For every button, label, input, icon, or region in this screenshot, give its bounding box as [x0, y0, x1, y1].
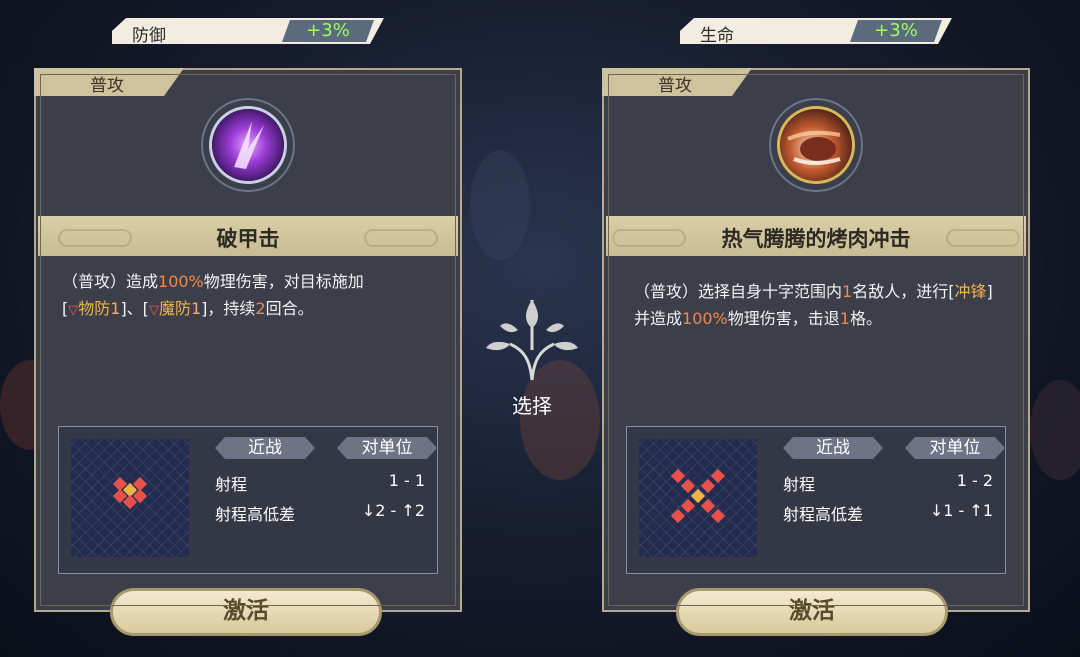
range-value: 1 - 2 — [956, 471, 993, 490]
card-tab-label: 普攻 — [658, 76, 692, 96]
desc-text: ]，持续 — [201, 299, 256, 318]
debuff-label: 物防1 — [78, 299, 121, 318]
desc-text: ]、[ — [120, 299, 149, 318]
desc-count: 1 — [842, 282, 853, 301]
stat-label: 生命 — [700, 26, 734, 46]
tree-emblem-icon — [486, 300, 578, 381]
range-label: 射程 — [215, 475, 248, 494]
stat-bar-defense: 防御 +3% — [112, 18, 384, 46]
debuff-down-icon: ▽ — [68, 303, 79, 318]
desc-text: 物理伤害，对目标施加 — [203, 272, 364, 291]
activate-button[interactable]: 激活 — [110, 588, 382, 636]
range-cell — [710, 468, 726, 484]
background-orb — [470, 150, 530, 260]
desc-text: 物理伤害，击退 — [727, 309, 840, 328]
desc-text: 格。 — [849, 309, 882, 328]
debuff-label: 魔防1 — [158, 299, 202, 318]
desc-text: 回合。 — [265, 299, 314, 318]
skill-card-right[interactable]: 普攻 热气腾腾的烤肉冲击 （普攻）选择自身十字范围内1名敌人，进行[冲锋]并造成… — [602, 68, 1030, 636]
desc-knockback: 1 — [839, 309, 850, 328]
height-label: 射程高低差 — [783, 505, 864, 524]
range-type-chip: 近战 — [783, 437, 883, 459]
select-emblem[interactable]: 选择 — [484, 290, 580, 430]
range-panel: 近战 对单位 射程 1 - 2 射程高低差 ↓1 - ↑1 — [626, 426, 1006, 574]
desc-text: （普攻）选择自身十字范围内 — [634, 282, 843, 301]
target-type-chip: 对单位 — [905, 437, 1005, 459]
activate-button[interactable]: 激活 — [676, 588, 948, 636]
skill-name-bar: 热气腾腾的烤肉冲击 — [606, 216, 1026, 256]
range-value: 1 - 1 — [388, 471, 425, 490]
height-value: ↓1 - ↑1 — [929, 501, 993, 520]
card-tab: 普攻 — [602, 68, 752, 96]
range-cell — [680, 478, 696, 494]
range-cell — [700, 478, 716, 494]
target-type-chip: 对单位 — [337, 437, 437, 459]
status-tag: 冲锋 — [954, 282, 987, 301]
roast-meat-charge-icon — [780, 109, 852, 181]
range-cell — [670, 508, 686, 524]
desc-text: 名敌人，进行[ — [852, 282, 955, 301]
range-type-chip: 近战 — [215, 437, 315, 459]
range-cell — [710, 508, 726, 524]
range-grid — [639, 439, 757, 557]
range-cell — [690, 488, 706, 504]
skill-icon-frame — [201, 98, 295, 192]
skill-description: （普攻）选择自身十字范围内1名敌人，进行[冲锋]并造成100%物理伤害，击退1格… — [634, 278, 1006, 332]
desc-text: （普攻）造成 — [62, 272, 159, 291]
range-cell — [680, 498, 696, 514]
skill-card-left[interactable]: 普攻 破甲击 （普攻）造成100%物理伤害，对目标施加 [▽物防1]、[▽魔防1… — [34, 68, 462, 636]
desc-damage-pct: 100% — [158, 272, 204, 291]
desc-damage-pct: 100% — [682, 309, 728, 328]
height-row: 射程高低差 ↓1 - ↑1 — [783, 501, 993, 525]
skill-name-bar: 破甲击 — [38, 216, 458, 256]
purple-slash-icon — [212, 109, 284, 181]
stat-bar-health: 生命 +3% — [680, 18, 952, 46]
skill-name: 热气腾腾的烤肉冲击 — [721, 227, 911, 251]
range-label: 射程 — [783, 475, 816, 494]
stat-value: +3% — [282, 20, 374, 42]
height-value: ↓2 - ↑2 — [361, 501, 425, 520]
height-label: 射程高低差 — [215, 505, 296, 524]
skill-name: 破甲击 — [216, 227, 280, 251]
desc-duration: 2 — [255, 299, 266, 318]
range-grid — [71, 439, 189, 557]
range-row: 射程 1 - 2 — [783, 471, 993, 495]
stat-label: 防御 — [132, 26, 166, 46]
stat-value: +3% — [850, 20, 942, 42]
skill-description: （普攻）造成100%物理伤害，对目标施加 [▽物防1]、[▽魔防1]，持续2回合… — [62, 272, 364, 318]
skill-icon-frame — [769, 98, 863, 192]
card-tab-label: 普攻 — [90, 76, 124, 96]
range-cell — [670, 468, 686, 484]
range-cell — [700, 498, 716, 514]
range-row: 射程 1 - 1 — [215, 471, 425, 495]
card-tab: 普攻 — [34, 68, 184, 96]
background-orb — [1030, 380, 1080, 480]
debuff-down-icon: ▽ — [148, 303, 159, 318]
height-row: 射程高低差 ↓2 - ↑2 — [215, 501, 425, 525]
range-panel: 近战 对单位 射程 1 - 1 射程高低差 ↓2 - ↑2 — [58, 426, 438, 574]
select-label: 选择 — [512, 394, 552, 418]
